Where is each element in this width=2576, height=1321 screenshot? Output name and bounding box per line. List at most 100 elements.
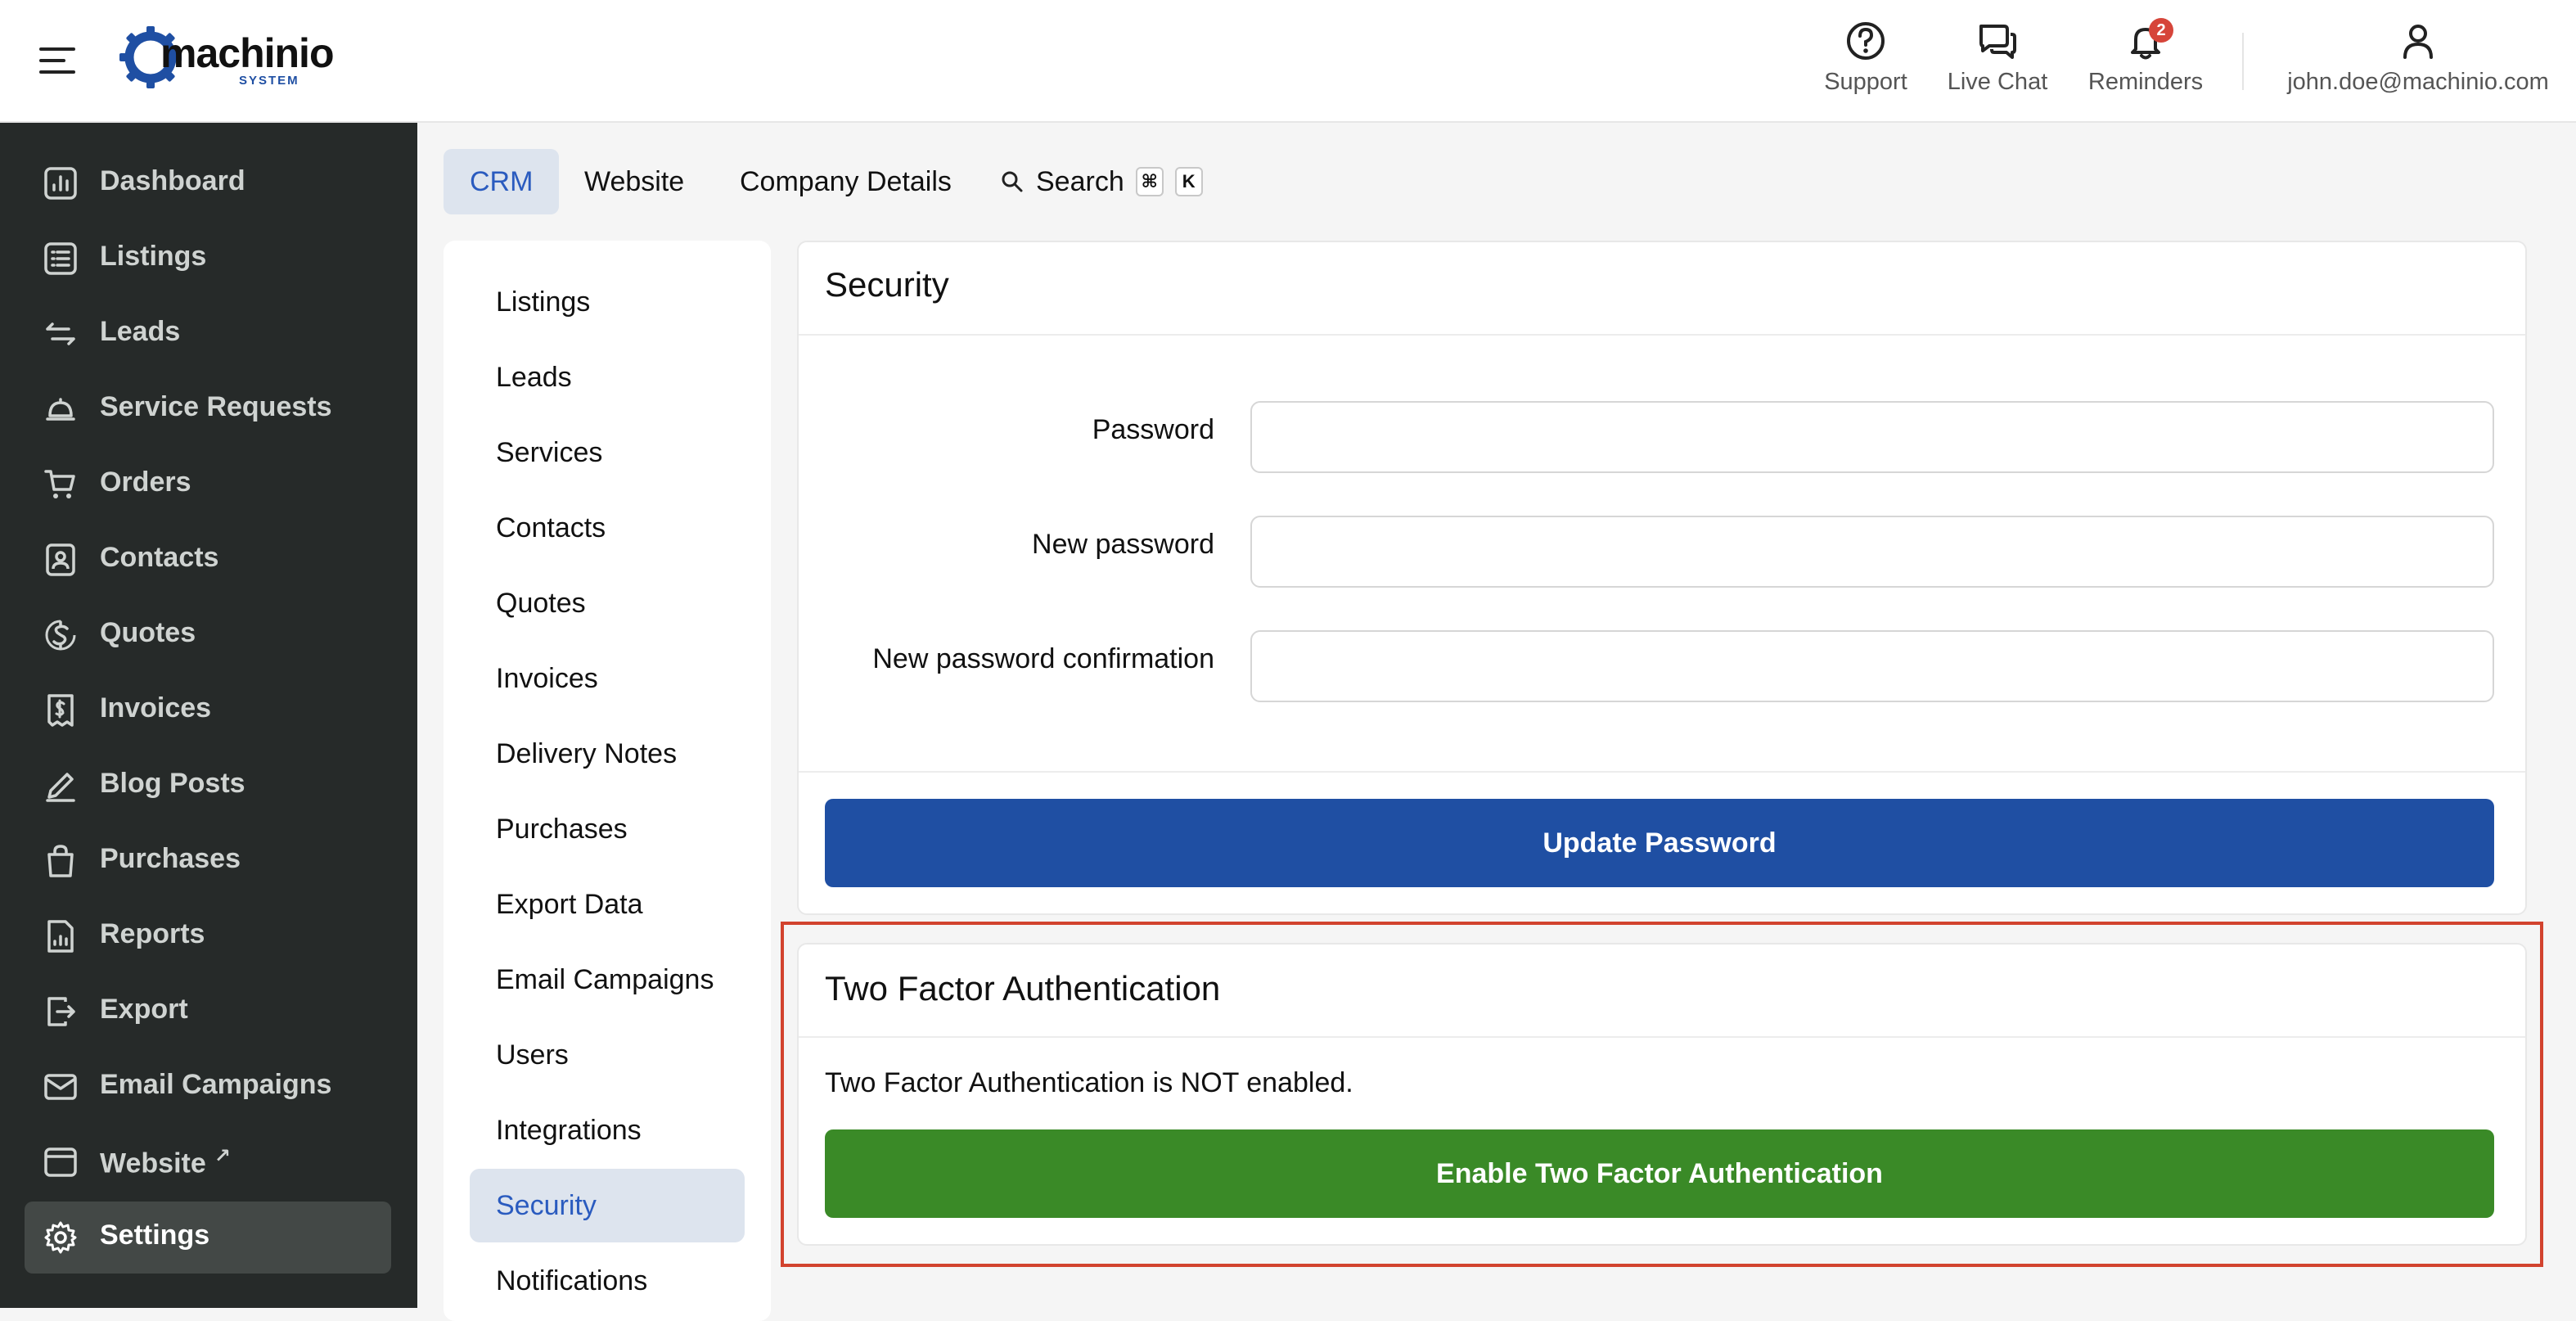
sidebar-item-website[interactable]: Website ↗ — [25, 1126, 391, 1198]
settings-menu-users[interactable]: Users — [470, 1018, 745, 1092]
security-title: Security — [825, 265, 949, 304]
settings-menu: Listings Leads Services Contacts Quotes … — [444, 241, 771, 1321]
service-bell-icon — [43, 391, 79, 427]
dashboard-icon — [43, 165, 79, 201]
search-button[interactable]: Search ⌘ K — [1000, 149, 1203, 214]
support-label: Support — [1824, 69, 1907, 95]
user-menu-button[interactable]: john.doe@machinio.com — [2283, 20, 2553, 101]
security-header-divider — [799, 334, 2525, 336]
sidebar-item-settings[interactable]: Settings — [25, 1202, 391, 1274]
password-field[interactable] — [1250, 401, 2494, 473]
new-password-confirmation-label: New password confirmation — [872, 643, 1214, 674]
new-password-confirmation-field[interactable] — [1250, 630, 2494, 702]
sidebar-item-dashboard[interactable]: Dashboard — [25, 147, 391, 219]
two-factor-status-text: Two Factor Authentication is NOT enabled… — [825, 1067, 1353, 1098]
browser-window-icon — [43, 1144, 79, 1180]
email-campaign-icon — [43, 1069, 79, 1105]
sidebar-item-label: Export — [100, 994, 188, 1025]
update-password-button[interactable]: Update Password — [825, 799, 2494, 887]
pen-icon — [43, 768, 79, 804]
list-icon — [43, 241, 79, 277]
sidebar-item-label: Quotes — [100, 617, 196, 648]
sidebar-item-label: Website ↗ — [100, 1144, 231, 1179]
sidebar-item-website-text: Website — [100, 1147, 206, 1179]
gear-icon — [43, 1220, 79, 1256]
settings-menu-quotes[interactable]: Quotes — [470, 566, 745, 640]
two-factor-title: Two Factor Authentication — [825, 969, 1221, 1008]
live-chat-button[interactable]: Live Chat — [1944, 20, 2051, 101]
external-link-icon: ↗ — [214, 1145, 231, 1167]
logo-tagline: SYSTEM — [239, 74, 299, 88]
help-circle-icon — [1844, 20, 1887, 62]
two-factor-header-divider — [799, 1036, 2525, 1038]
sidebar-item-export[interactable]: Export — [25, 976, 391, 1048]
tab-crm[interactable]: CRM — [444, 149, 560, 214]
settings-menu-security[interactable]: Security — [470, 1169, 745, 1242]
contact-icon — [43, 542, 79, 578]
settings-menu-export-data[interactable]: Export Data — [470, 868, 745, 941]
security-card: Security Password New password New passw… — [797, 241, 2527, 915]
settings-menu-services[interactable]: Services — [470, 416, 745, 489]
settings-menu-leads[interactable]: Leads — [470, 340, 745, 414]
reminders-button[interactable]: 2 Reminders — [2087, 18, 2204, 101]
sidebar: Dashboard Listings Leads Service Request… — [0, 123, 417, 1308]
sidebar-item-contacts[interactable]: Contacts — [25, 524, 391, 596]
sidebar-item-invoices[interactable]: Invoices — [25, 674, 391, 746]
quote-dollar-icon — [43, 617, 79, 653]
sidebar-item-email-campaigns[interactable]: Email Campaigns — [25, 1051, 391, 1123]
sidebar-item-listings[interactable]: Listings — [25, 223, 391, 295]
support-button[interactable]: Support — [1818, 20, 1913, 101]
live-chat-label: Live Chat — [1947, 69, 2048, 95]
report-icon — [43, 918, 79, 954]
top-bar: machinio SYSTEM Support Live Chat 2 Remi… — [0, 0, 2576, 123]
two-factor-card: Two Factor Authentication Two Factor Aut… — [797, 943, 2527, 1246]
sidebar-item-label: Blog Posts — [100, 768, 245, 799]
invoice-icon — [43, 692, 79, 728]
sidebar-item-orders[interactable]: Orders — [25, 449, 391, 521]
sidebar-item-label: Reports — [100, 918, 205, 949]
tab-company-details[interactable]: Company Details — [714, 149, 978, 214]
enable-two-factor-button[interactable]: Enable Two Factor Authentication — [825, 1129, 2494, 1218]
settings-menu-listings[interactable]: Listings — [470, 265, 745, 339]
settings-menu-email-campaigns[interactable]: Email Campaigns — [470, 943, 745, 1017]
sidebar-item-label: Invoices — [100, 692, 212, 724]
password-label: Password — [1092, 414, 1214, 445]
settings-menu-invoices[interactable]: Invoices — [470, 642, 745, 715]
search-label: Search — [1036, 165, 1124, 197]
security-footer-divider — [799, 771, 2525, 773]
export-icon — [43, 994, 79, 1030]
shortcut-cmd-key: ⌘ — [1135, 167, 1164, 196]
sidebar-item-service-requests[interactable]: Service Requests — [25, 373, 391, 445]
reminders-count-badge: 2 — [2149, 18, 2173, 43]
sidebar-item-reports[interactable]: Reports — [25, 900, 391, 972]
sidebar-item-label: Leads — [100, 316, 181, 347]
sidebar-item-label: Dashboard — [100, 165, 245, 196]
machinio-logo[interactable]: machinio SYSTEM — [118, 23, 334, 97]
sidebar-item-label: Listings — [100, 241, 207, 272]
tab-website[interactable]: Website — [558, 149, 710, 214]
sidebar-item-label: Email Campaigns — [100, 1069, 332, 1100]
shortcut-k-key: K — [1174, 167, 1203, 196]
bell-icon: 2 — [2124, 18, 2173, 62]
new-password-field[interactable] — [1250, 516, 2494, 588]
search-icon — [1000, 169, 1025, 194]
new-password-label: New password — [1032, 529, 1214, 560]
leads-arrows-icon — [43, 316, 79, 352]
shopping-bag-icon — [43, 843, 79, 879]
chat-bubbles-icon — [1976, 20, 2019, 62]
sidebar-item-label: Purchases — [100, 843, 241, 874]
sidebar-item-quotes[interactable]: Quotes — [25, 599, 391, 671]
sidebar-item-blog-posts[interactable]: Blog Posts — [25, 750, 391, 822]
sidebar-item-leads[interactable]: Leads — [25, 298, 391, 370]
hamburger-menu-icon[interactable] — [39, 47, 75, 74]
settings-menu-integrations[interactable]: Integrations — [470, 1093, 745, 1167]
user-email: john.doe@machinio.com — [2287, 69, 2549, 95]
logo-wordmark: machinio — [160, 30, 334, 76]
settings-menu-purchases[interactable]: Purchases — [470, 792, 745, 866]
settings-menu-contacts[interactable]: Contacts — [470, 491, 745, 565]
sidebar-item-label: Service Requests — [100, 391, 332, 422]
cart-icon — [43, 467, 79, 503]
sidebar-item-purchases[interactable]: Purchases — [25, 825, 391, 897]
settings-menu-delivery-notes[interactable]: Delivery Notes — [470, 717, 745, 791]
settings-menu-notifications[interactable]: Notifications — [470, 1244, 745, 1318]
